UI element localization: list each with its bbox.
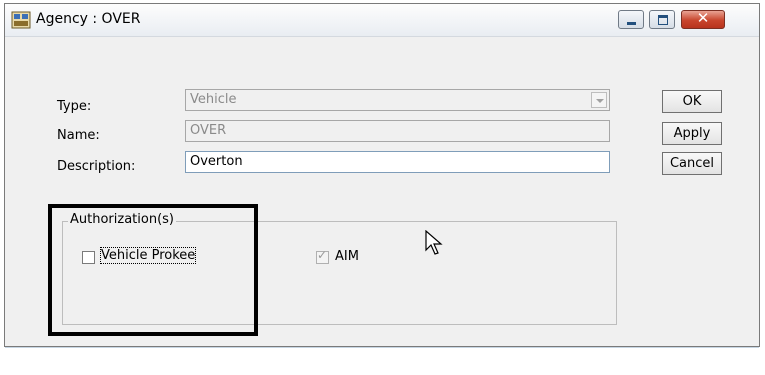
minimize-button[interactable] xyxy=(618,10,644,29)
description-field[interactable]: Overton xyxy=(185,151,610,173)
type-label: Type: xyxy=(57,99,92,114)
aim-checkbox[interactable]: ✓ xyxy=(316,248,329,264)
name-field-value: OVER xyxy=(190,123,227,138)
chevron-down-icon[interactable] xyxy=(591,92,607,108)
name-field[interactable]: OVER xyxy=(185,120,610,142)
agency-app-icon xyxy=(11,11,31,29)
type-select-value: Vehicle xyxy=(190,92,237,107)
close-icon: ✕ xyxy=(696,9,710,27)
agency-dialog: Agency : OVER ✕ Type: Vehicle Name: OVER… xyxy=(4,3,760,347)
mouse-pointer-icon xyxy=(425,230,443,255)
description-label: Description: xyxy=(57,159,136,174)
close-button[interactable]: ✕ xyxy=(681,9,725,29)
maximize-button[interactable] xyxy=(649,10,675,29)
type-select[interactable]: Vehicle xyxy=(185,89,610,111)
checkmark-icon: ✓ xyxy=(317,248,328,262)
window-title: Agency : OVER xyxy=(36,11,141,27)
cancel-button[interactable]: Cancel xyxy=(662,152,722,175)
apply-button[interactable]: Apply xyxy=(662,122,722,145)
aim-label: AIM xyxy=(335,249,359,264)
window-bottom-edge xyxy=(5,347,759,348)
minimize-icon xyxy=(627,22,636,25)
name-label: Name: xyxy=(57,128,100,143)
annotation-highlight-box xyxy=(48,204,258,336)
title-bar[interactable]: Agency : OVER ✕ xyxy=(5,4,759,37)
maximize-icon xyxy=(658,15,668,25)
description-field-value: Overton xyxy=(190,154,243,169)
ok-button[interactable]: OK xyxy=(662,90,722,113)
